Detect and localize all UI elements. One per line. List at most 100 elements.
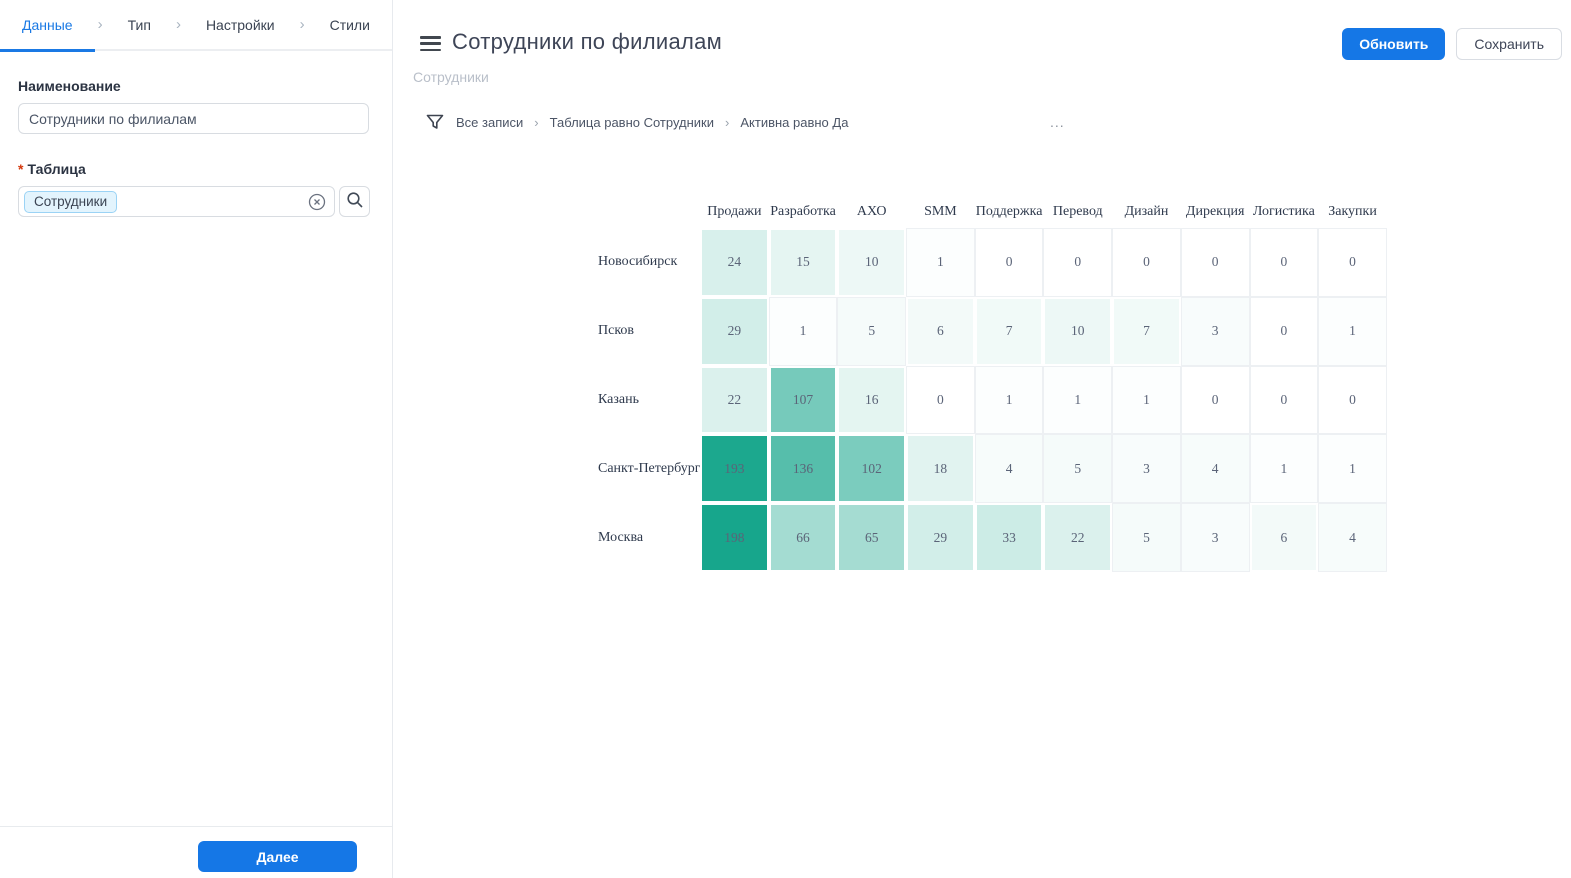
save-button[interactable]: Сохранить [1456, 28, 1562, 60]
search-button[interactable] [339, 186, 370, 217]
chevron-right-icon: › [300, 16, 305, 33]
header-actions: Обновить Сохранить [1342, 28, 1562, 60]
clear-icon[interactable] [308, 193, 326, 211]
heatmap-cell[interactable]: 1 [1318, 434, 1387, 503]
heatmap-col-header: АХО [837, 196, 906, 228]
heatmap-cell[interactable]: 3 [1112, 434, 1181, 503]
heatmap-cell[interactable]: 102 [837, 434, 906, 503]
heatmap-cell[interactable]: 1 [769, 297, 838, 366]
heatmap-cell[interactable]: 7 [975, 297, 1044, 366]
heatmap-cell[interactable]: 0 [1250, 366, 1319, 435]
heatmap-cell[interactable]: 1 [1043, 366, 1112, 435]
refresh-button[interactable]: Обновить [1342, 28, 1445, 60]
wizard-tabs: Данные › Тип › Настройки › Стили [0, 0, 392, 51]
heatmap-cell[interactable]: 10 [1043, 297, 1112, 366]
tab-styles[interactable]: Стили [330, 17, 370, 33]
heatmap-cell[interactable]: 0 [906, 366, 975, 435]
heatmap: ПродажиРазработкаАХОSMMПоддержкаПереводД… [596, 196, 1387, 572]
heatmap-cell[interactable]: 0 [1181, 228, 1250, 297]
heatmap-cell[interactable]: 1 [1318, 297, 1387, 366]
heatmap-cell[interactable]: 15 [769, 228, 838, 297]
tab-settings[interactable]: Настройки [206, 17, 275, 33]
name-input[interactable] [18, 103, 369, 134]
heatmap-cell[interactable]: 22 [1043, 503, 1112, 572]
sidebar-footer: Далее [0, 826, 392, 878]
page-title: Сотрудники по филиалам [452, 29, 722, 55]
heatmap-col-header: Закупки [1318, 196, 1387, 228]
heatmap-col-header: Поддержка [975, 196, 1044, 228]
page-subtitle: Сотрудники [413, 69, 489, 85]
heatmap-cell[interactable]: 1 [975, 366, 1044, 435]
heatmap-cell[interactable]: 4 [1318, 503, 1387, 572]
heatmap-cell[interactable]: 29 [906, 503, 975, 572]
required-mark: * [18, 161, 23, 177]
heatmap-row-label: Новосибирск [596, 228, 700, 297]
heatmap-cell[interactable]: 0 [1112, 228, 1181, 297]
name-field-label: Наименование [18, 78, 374, 94]
filter-item-table[interactable]: Таблица равно Сотрудники [550, 115, 714, 130]
heatmap-col-header: SMM [906, 196, 975, 228]
widget-form: Наименование *Таблица Сотрудники [0, 78, 392, 217]
heatmap-cell[interactable]: 24 [700, 228, 769, 297]
heatmap-cell[interactable]: 7 [1112, 297, 1181, 366]
active-tab-underline [0, 49, 95, 52]
heatmap-cell[interactable]: 193 [700, 434, 769, 503]
heatmap-cell[interactable]: 107 [769, 366, 838, 435]
heatmap-cell[interactable]: 5 [1043, 434, 1112, 503]
heatmap-cell[interactable]: 22 [700, 366, 769, 435]
chevron-right-icon: › [534, 115, 538, 130]
heatmap-row-label: Санкт-Петербург [596, 434, 700, 503]
filter-item-active[interactable]: Активна равно Да [740, 115, 848, 130]
filter-item-all-records[interactable]: Все записи [456, 115, 523, 130]
heatmap-corner [596, 196, 700, 228]
heatmap-cell[interactable]: 29 [700, 297, 769, 366]
heatmap-cell[interactable]: 5 [837, 297, 906, 366]
search-icon [346, 191, 364, 212]
filter-more-button[interactable]: ... [1050, 114, 1065, 130]
table-chip[interactable]: Сотрудники [24, 191, 117, 213]
heatmap-cell[interactable]: 4 [1181, 434, 1250, 503]
table-field-label-text: Таблица [27, 161, 85, 177]
chevron-right-icon: › [98, 16, 103, 33]
table-field-label: *Таблица [18, 161, 374, 177]
heatmap-cell[interactable]: 1 [1250, 434, 1319, 503]
heatmap-cell[interactable]: 136 [769, 434, 838, 503]
table-input[interactable]: Сотрудники [18, 186, 335, 217]
heatmap-cell[interactable]: 0 [1318, 366, 1387, 435]
tab-type[interactable]: Тип [128, 17, 151, 33]
filter-icon[interactable] [425, 112, 445, 132]
heatmap-cell[interactable]: 198 [700, 503, 769, 572]
heatmap-col-header: Перевод [1043, 196, 1112, 228]
heatmap-cell[interactable]: 0 [1043, 228, 1112, 297]
heatmap-cell[interactable]: 0 [1250, 297, 1319, 366]
heatmap-cell[interactable]: 4 [975, 434, 1044, 503]
heatmap-cell[interactable]: 0 [1181, 366, 1250, 435]
menu-icon[interactable] [420, 36, 441, 51]
heatmap-cell[interactable]: 18 [906, 434, 975, 503]
settings-sidebar: Данные › Тип › Настройки › Стили Наимено… [0, 0, 393, 878]
heatmap-cell[interactable]: 3 [1181, 297, 1250, 366]
chevron-right-icon: › [176, 16, 181, 33]
heatmap-cell[interactable]: 65 [837, 503, 906, 572]
heatmap-cell[interactable]: 1 [906, 228, 975, 297]
heatmap-cell[interactable]: 66 [769, 503, 838, 572]
heatmap-cell[interactable]: 3 [1181, 503, 1250, 572]
heatmap-cell[interactable]: 0 [1250, 228, 1319, 297]
heatmap-cell[interactable]: 0 [1318, 228, 1387, 297]
heatmap-row-label: Москва [596, 503, 700, 572]
heatmap-col-header: Продажи [700, 196, 769, 228]
preview-panel: Сотрудники по филиалам Сотрудники Обнови… [394, 0, 1571, 878]
tab-data[interactable]: Данные [22, 17, 73, 33]
heatmap-cell[interactable]: 5 [1112, 503, 1181, 572]
heatmap-row-label: Псков [596, 297, 700, 366]
heatmap-cell[interactable]: 10 [837, 228, 906, 297]
next-button[interactable]: Далее [198, 841, 357, 872]
heatmap-cell[interactable]: 16 [837, 366, 906, 435]
heatmap-col-header: Разработка [769, 196, 838, 228]
heatmap-cell[interactable]: 6 [906, 297, 975, 366]
heatmap-cell[interactable]: 33 [975, 503, 1044, 572]
heatmap-cell[interactable]: 0 [975, 228, 1044, 297]
heatmap-cell[interactable]: 1 [1112, 366, 1181, 435]
heatmap-col-header: Логистика [1250, 196, 1319, 228]
heatmap-cell[interactable]: 6 [1250, 503, 1319, 572]
